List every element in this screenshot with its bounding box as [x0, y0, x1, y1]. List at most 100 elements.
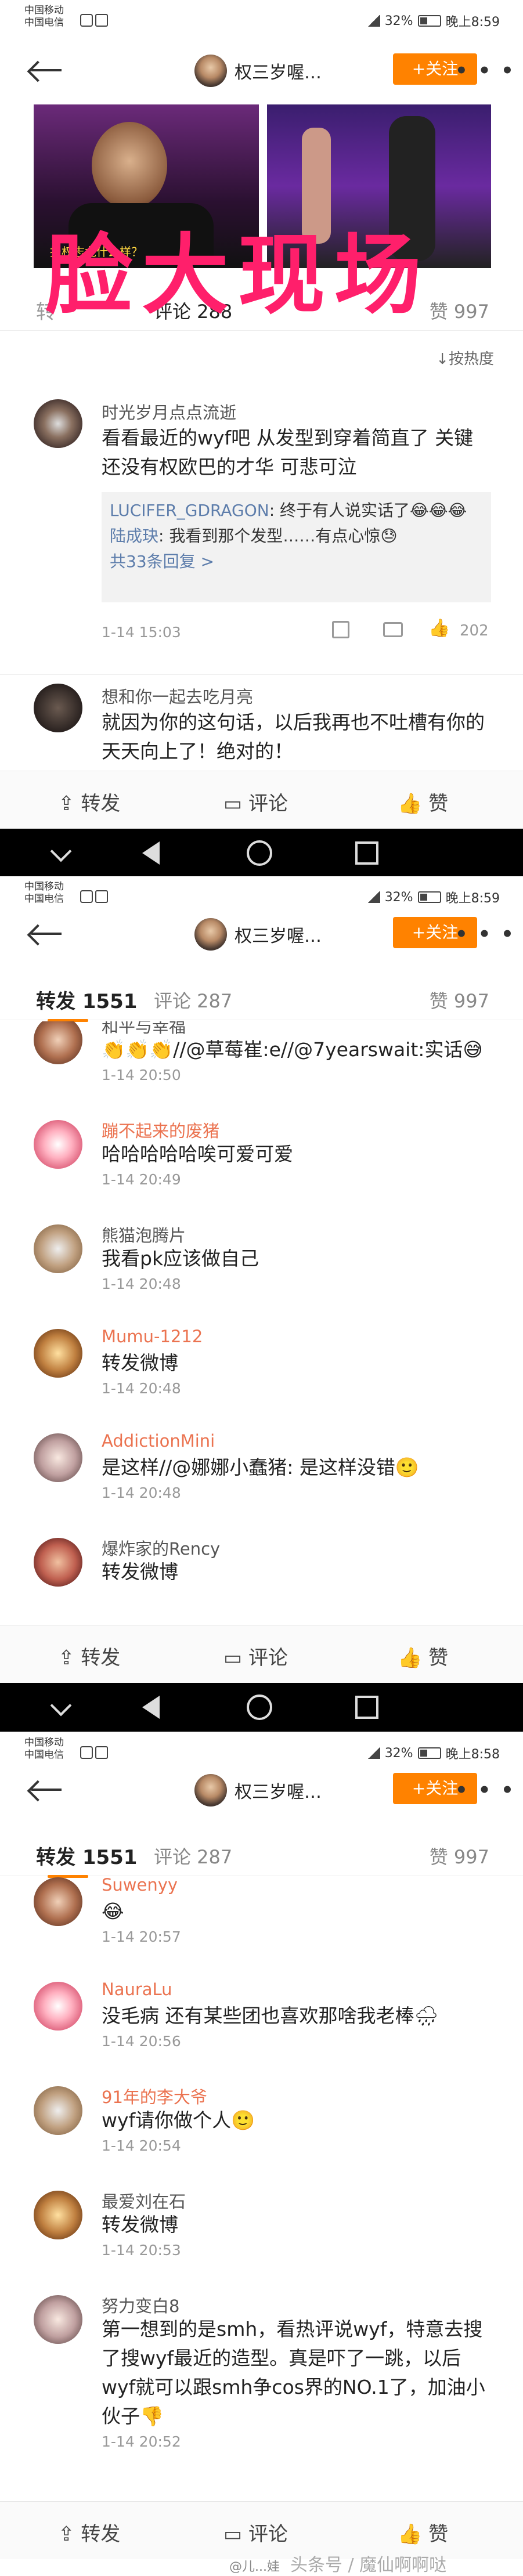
commenter-name[interactable]: 最爱刘在石: [102, 2188, 186, 2213]
comment-button[interactable]: ▭ 评论: [223, 1642, 288, 1670]
tab-comment[interactable]: 评论 287: [154, 1842, 232, 1869]
action-bar: ⇪ 转发 ▭ 评论 👍 赞: [0, 1625, 523, 1683]
comment-time: 1-14 20:49: [102, 1171, 181, 1188]
nav-collapse-icon[interactable]: [50, 1695, 72, 1717]
comment-text: 是这样//@娜娜小蠢猪: 是这样没错🙂: [102, 1456, 419, 1479]
reply-text: : 终于有人说实话了😂😂😂: [269, 501, 467, 520]
avatar[interactable]: [34, 2191, 82, 2239]
share-icon[interactable]: [332, 621, 349, 638]
commenter-name[interactable]: AddictionMini: [102, 1431, 215, 1451]
comment-text: 转发微博: [102, 2213, 178, 2236]
comment-time: 1-14 20:52: [102, 2433, 181, 2450]
avatar[interactable]: [34, 1538, 82, 1587]
commenter-name[interactable]: 爆炸家的Rency: [102, 1536, 220, 1560]
reply-user[interactable]: 陆成玦: [110, 526, 158, 545]
sort-by-hot[interactable]: ↓按热度: [436, 347, 494, 368]
avatar[interactable]: [34, 684, 82, 732]
sort-label: 按热度: [448, 351, 494, 368]
repost-button[interactable]: ⇪ 转发: [58, 787, 120, 816]
author-name[interactable]: 权三岁喔…: [235, 922, 322, 947]
author-avatar[interactable]: [194, 1774, 227, 1807]
battery-percent: 32%: [384, 13, 413, 28]
tab-like[interactable]: 赞 997: [430, 297, 489, 324]
thumbs-up-icon[interactable]: 👍: [428, 618, 450, 638]
back-arrow-icon[interactable]: [28, 58, 64, 81]
comment-time: 1-14 15:03: [102, 624, 181, 641]
author-avatar[interactable]: [194, 55, 227, 87]
comment-label: 评论: [248, 2523, 288, 2546]
comment-text: 没毛病 还有某些团也喜欢那啥我老棒🌧: [102, 2004, 439, 2027]
shield-icon: [80, 14, 93, 27]
more-icon[interactable]: • • •: [455, 59, 515, 82]
commenter-name[interactable]: 熊猫泡腾片: [102, 1222, 186, 1247]
back-arrow-icon[interactable]: [28, 1777, 64, 1801]
more-icon[interactable]: • • •: [455, 923, 515, 946]
commenter-name[interactable]: NauraLu: [102, 1979, 172, 1999]
nav-back-icon[interactable]: [142, 1696, 160, 1719]
nav-back-icon[interactable]: [142, 841, 160, 865]
tab-bar: 转发 1551 评论 287 赞 997: [0, 1830, 523, 1878]
repost-button[interactable]: ⇪ 转发: [58, 2518, 120, 2546]
reply-box[interactable]: LUCIFER_GDRAGON: 终于有人说实话了😂😂😂 陆成玦: 我看到那个发…: [102, 492, 491, 602]
commenter-name[interactable]: 蹦不起来的废猪: [102, 1118, 219, 1142]
avatar[interactable]: [34, 1021, 82, 1064]
tab-repost[interactable]: 转发 1551: [36, 985, 137, 1022]
repost-button[interactable]: ⇪ 转发: [58, 1642, 120, 1670]
avatar[interactable]: [34, 2295, 82, 2344]
nav-collapse-icon[interactable]: [50, 840, 72, 862]
action-bar: ⇪ 转发 ▭ 评论 👍 赞: [0, 771, 523, 829]
author-name[interactable]: 权三岁喔…: [235, 1777, 322, 1803]
commenter-name[interactable]: Mumu-1212: [102, 1327, 203, 1346]
like-button[interactable]: 👍 赞: [398, 1642, 448, 1670]
nav-recents-icon[interactable]: [355, 841, 378, 865]
avatar[interactable]: [34, 1982, 82, 2031]
tab-like[interactable]: 赞 997: [430, 987, 489, 1013]
comment-button[interactable]: ▭ 评论: [223, 2518, 288, 2546]
carrier-1: 中国移动: [24, 5, 64, 16]
tab-repost[interactable]: 转发 1551: [36, 1841, 137, 1878]
like-count: 202: [460, 622, 489, 640]
avatar[interactable]: [34, 1329, 82, 1378]
avatar[interactable]: [34, 1224, 82, 1273]
comment-button[interactable]: ▭ 评论: [223, 787, 288, 816]
avatar[interactable]: [34, 1120, 82, 1169]
post-header: 权三岁喔… +关注 • • •: [0, 1755, 523, 1828]
tab-comment[interactable]: 评论 287: [154, 987, 232, 1013]
like-button[interactable]: 👍 赞: [398, 787, 448, 816]
comment-item: 时光岁月点点流逝 看看最近的wyf吧 从发型到穿着简直了 关键还没有权欧巴的才华…: [0, 395, 523, 667]
tab-like[interactable]: 赞 997: [430, 1842, 489, 1869]
banner-overlay-text: 脸大现场: [45, 225, 431, 326]
commenter-name[interactable]: 时光岁月点点流逝: [102, 399, 236, 424]
nav-recents-icon[interactable]: [355, 1696, 378, 1719]
like-button[interactable]: 👍 赞: [398, 2518, 448, 2546]
author-name[interactable]: 权三岁喔…: [235, 58, 322, 84]
comment-text: 😂: [102, 1900, 124, 1923]
status-bar: 中国移动 中国电信 32% 晚上8:59: [0, 0, 523, 36]
screenshot-2: 中国移动 中国电信 32% 晚上8:59 权三岁喔… +关注 • • • 转发 15…: [0, 876, 523, 1732]
app-icon: [95, 14, 108, 27]
avatar[interactable]: [34, 2086, 82, 2135]
post-header: 权三岁喔… +关注 • • •: [0, 36, 523, 109]
reply-user[interactable]: LUCIFER_GDRAGON: [110, 501, 269, 520]
commenter-name[interactable]: 91年的李大爷: [102, 2084, 207, 2108]
more-replies-link[interactable]: 共33条回复 >: [110, 549, 483, 575]
avatar[interactable]: [34, 1433, 82, 1482]
avatar[interactable]: [34, 1877, 82, 1926]
nav-home-icon[interactable]: [247, 840, 272, 866]
list-item: 最爱刘在石 转发微博 1-14 20:53: [0, 2185, 523, 2289]
back-arrow-icon[interactable]: [28, 922, 64, 945]
comment-text: 第一想到的是smh，看热评说wyf，特意去搜了搜wyf最近的造型。真是吓了一跳，…: [102, 2318, 485, 2427]
comment-time: 1-14 20:48: [102, 1276, 181, 1292]
author-avatar[interactable]: [194, 918, 227, 951]
commenter-name[interactable]: 努力变白8: [102, 2293, 179, 2317]
like-label: 赞: [428, 2523, 449, 2546]
comment-text: 我看pk应该做自己: [102, 1247, 259, 1270]
list-item: 熊猫泡腾片 我看pk应该做自己 1-14 20:48: [0, 1219, 523, 1323]
commenter-name[interactable]: 想和你一起去吃月亮: [102, 684, 253, 708]
comment-time: 1-14 20:48: [102, 1380, 181, 1397]
comment-icon[interactable]: [383, 622, 403, 637]
avatar[interactable]: [34, 399, 82, 448]
nav-home-icon[interactable]: [247, 1695, 272, 1720]
more-icon[interactable]: • • •: [455, 1779, 515, 1802]
commenter-name[interactable]: Suwenyy: [102, 1877, 178, 1895]
